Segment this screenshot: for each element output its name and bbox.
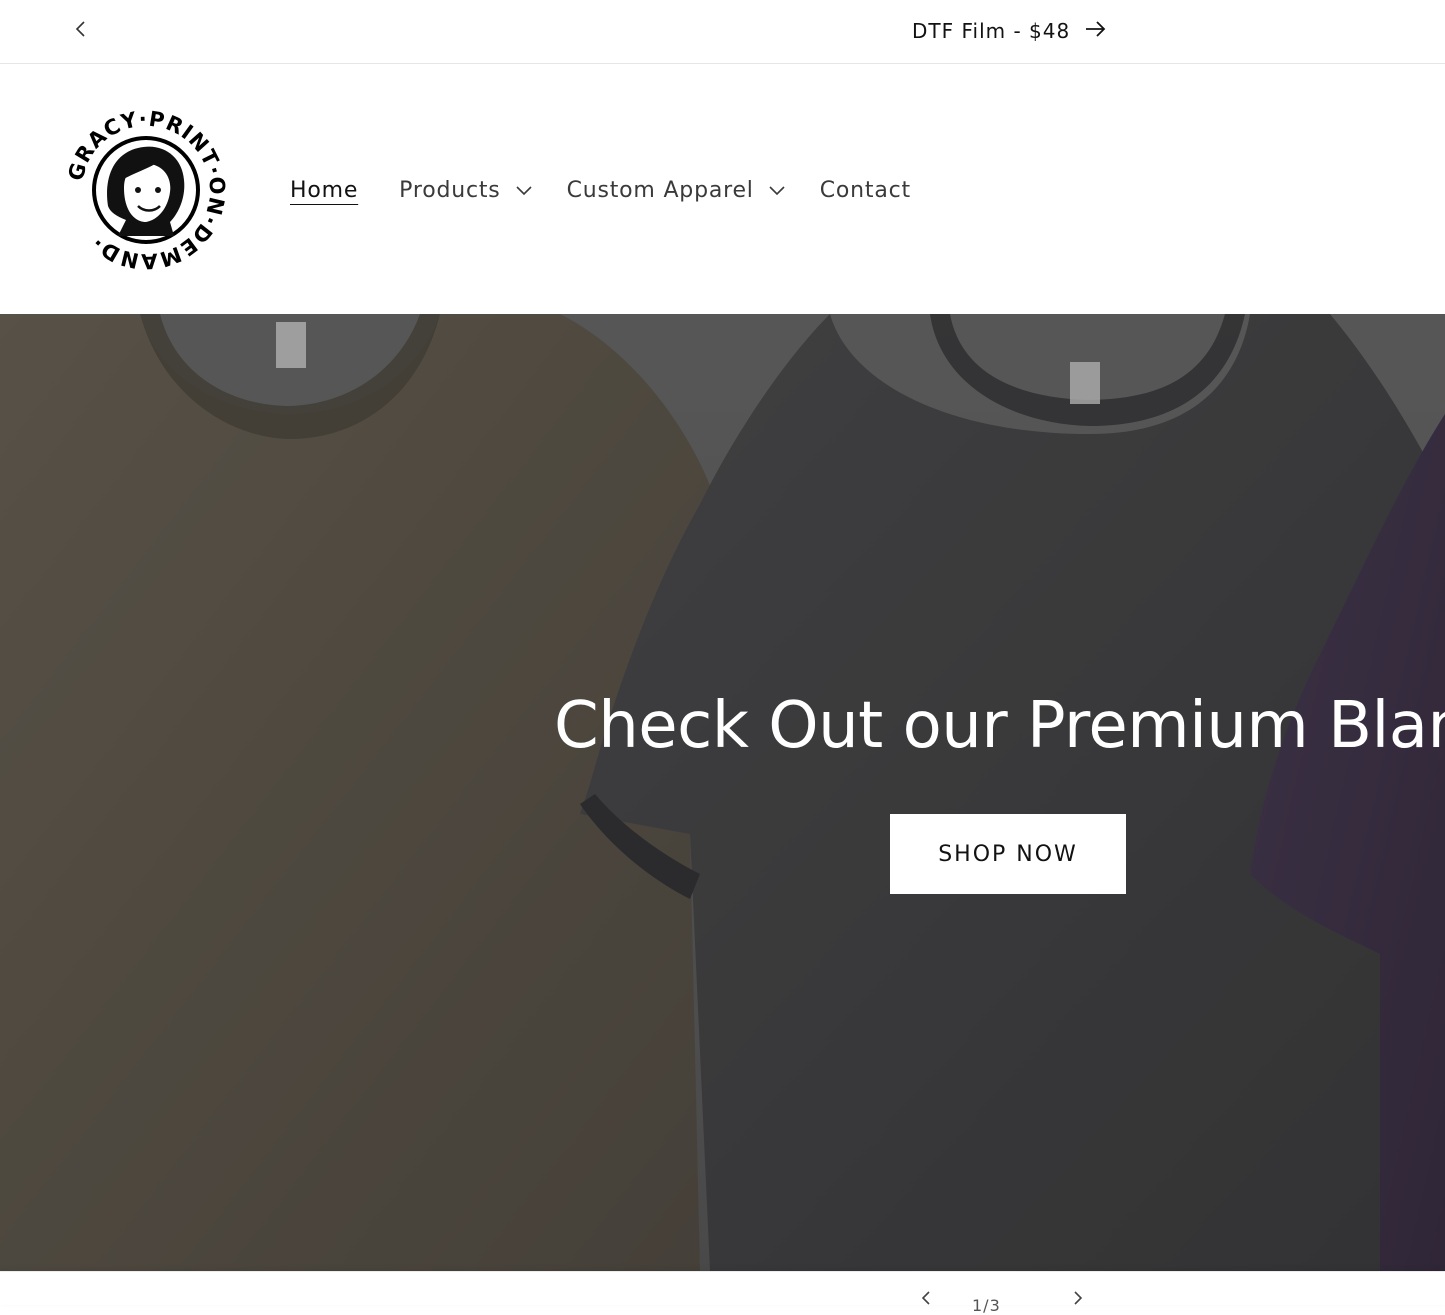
chevron-left-icon — [74, 19, 88, 43]
chevron-left-icon — [918, 1291, 934, 1312]
nav-custom-apparel[interactable]: Custom Apparel — [567, 178, 786, 203]
hero-overlay — [0, 314, 1445, 1271]
site-logo[interactable]: GRACY·PRINT·ON·DEMAND· — [64, 107, 229, 274]
site-header: GRACY·PRINT·ON·DEMAND· Home Products Cus… — [0, 65, 1445, 314]
slide-next-button[interactable] — [1070, 1288, 1094, 1312]
hero-heading: Check Out our Premium Blanks — [554, 689, 1445, 763]
logo-graphic: GRACY·PRINT·ON·DEMAND· — [64, 107, 229, 274]
announcement-link[interactable]: DTF Film - $48 — [912, 14, 1108, 48]
nav-products[interactable]: Products — [399, 178, 532, 203]
shop-now-button[interactable]: SHOP NOW — [890, 814, 1126, 894]
nav-custom-apparel-label: Custom Apparel — [566, 177, 754, 203]
hero-banner: Check Out our Premium Blanks SHOP NOW — [0, 314, 1445, 1271]
arrow-right-icon — [1084, 19, 1108, 44]
chevron-down-icon — [515, 184, 533, 196]
slide-prev-button[interactable] — [918, 1288, 942, 1312]
announcement-message: DTF Film - $48 — [912, 19, 1071, 43]
slideshow-controls: 1/3 — [0, 1271, 1445, 1315]
announcement-bar: DTF Film - $48 — [0, 0, 1445, 64]
chevron-right-icon — [1070, 1291, 1086, 1312]
announcement-prev-button[interactable] — [64, 14, 98, 48]
main-nav: Home Products Custom Apparel Contact — [290, 170, 911, 210]
nav-products-label: Products — [399, 177, 501, 203]
nav-contact[interactable]: Contact — [820, 178, 911, 203]
nav-home[interactable]: Home — [290, 178, 358, 203]
slide-counter: 1/3 — [972, 1296, 1001, 1315]
chevron-down-icon — [768, 184, 786, 196]
